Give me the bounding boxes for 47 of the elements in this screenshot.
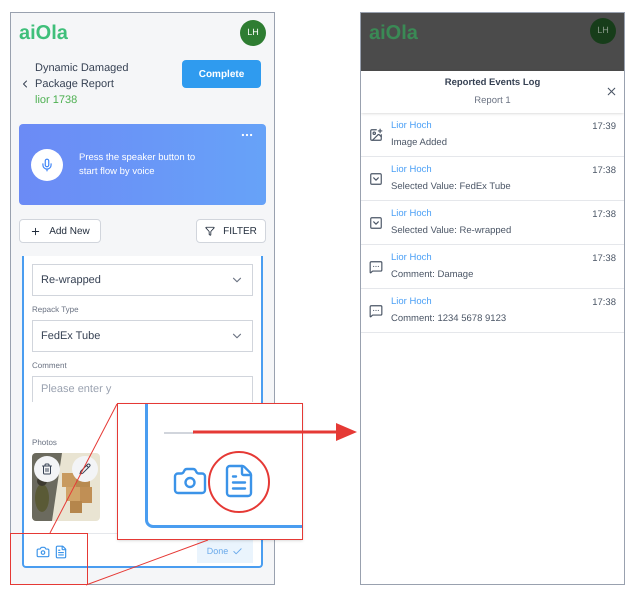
event-user: Lior Hoch [391, 294, 433, 309]
trash-icon [41, 463, 53, 475]
dropdown[interactable]: Re-wrapped [32, 264, 253, 296]
plus-icon [30, 226, 42, 236]
chat-icon [369, 304, 383, 318]
report-id: lior 1738 [35, 93, 78, 108]
event-description: Image Added [391, 136, 448, 150]
close-icon[interactable] [605, 85, 618, 98]
filter-button[interactable]: FILTER [196, 219, 266, 243]
log-subtitle: Report 1 [474, 94, 511, 108]
event-description: Selected Value: FedEx Tube [391, 180, 512, 194]
field-label: Photos [32, 437, 58, 449]
image-plus-icon [369, 128, 383, 142]
event-description: Selected Value: Re-wrapped [391, 224, 512, 238]
event-time: 17:38 [592, 208, 616, 222]
event-user: Lior Hoch [391, 250, 433, 265]
check-icon [232, 546, 244, 557]
logo: aiOla [19, 21, 68, 46]
microphone-button[interactable] [31, 148, 63, 180]
event-description: Comment: 1234 5678 9123 [391, 312, 508, 326]
log-title: Reported Events Log [444, 76, 540, 90]
event-user: Lior Hoch [391, 118, 433, 133]
filter-icon [205, 226, 216, 236]
event-description: Comment: Damage [391, 268, 474, 282]
report-title: Dynamic Damaged Package Report [35, 61, 130, 92]
voice-prompt: Press the speaker button to start flow by voice [79, 150, 196, 178]
document-icon[interactable] [54, 544, 68, 558]
pencil-icon [79, 463, 91, 475]
field-label: Comment [32, 360, 68, 372]
event-user: Lior Hoch [391, 206, 433, 221]
chat-icon [369, 260, 383, 274]
dropdown[interactable]: FedEx Tube [32, 320, 253, 352]
avatar: LH [590, 18, 616, 44]
event-time: 17:38 [592, 252, 616, 266]
event-time: 17:38 [592, 296, 616, 310]
microphone-icon [40, 158, 54, 172]
avatar[interactable]: LH [240, 20, 266, 46]
photo-thumbnail[interactable] [32, 453, 100, 521]
dropdown-icon [369, 216, 383, 230]
dropdown-icon [369, 172, 383, 186]
event-time: 17:38 [592, 164, 616, 178]
logo: aiOla [369, 21, 418, 46]
event-time: 17:39 [592, 120, 616, 134]
event-user: Lior Hoch [391, 162, 433, 177]
camera-icon[interactable] [36, 544, 50, 558]
add-new-button[interactable]: Add New [19, 219, 101, 243]
field-label: Repack Type [32, 304, 80, 316]
